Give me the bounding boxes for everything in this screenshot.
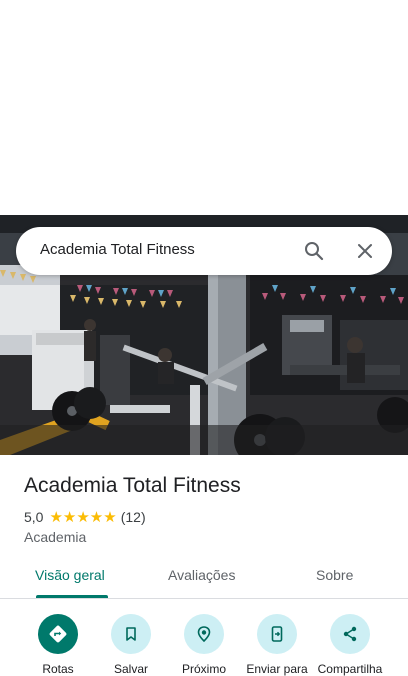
- map-area[interactable]: [0, 0, 408, 215]
- directions-button[interactable]: Rotas: [18, 614, 98, 676]
- bookmark-icon: [111, 614, 151, 654]
- rating-stars: ★★★★★: [49, 509, 117, 526]
- nearby-label: Próximo: [181, 662, 226, 676]
- place-category: Academia: [24, 529, 87, 545]
- tab-bar: Visão geral Avaliações Sobre: [0, 555, 408, 599]
- search-icon[interactable]: [302, 239, 326, 263]
- close-icon[interactable]: [353, 239, 377, 263]
- nearby-icon: [184, 614, 224, 654]
- nearby-button[interactable]: Próximo: [164, 614, 244, 676]
- directions-icon: [38, 614, 78, 654]
- search-bar[interactable]: Academia Total Fitness: [16, 227, 392, 275]
- search-query[interactable]: Academia Total Fitness: [40, 241, 195, 258]
- place-title: Academia Total Fitness: [24, 474, 241, 497]
- review-count[interactable]: (12): [121, 509, 146, 525]
- send-to-phone-label: Enviar para: [246, 662, 308, 676]
- share-label: Compartilha: [317, 662, 383, 676]
- save-button[interactable]: Salvar: [91, 614, 171, 676]
- share-button[interactable]: Compartilha: [310, 614, 390, 676]
- save-label: Salvar: [113, 662, 148, 676]
- send-to-phone-button[interactable]: Enviar para: [237, 614, 317, 676]
- tab-overview[interactable]: Visão geral: [35, 567, 105, 583]
- tab-about[interactable]: Sobre: [316, 567, 353, 583]
- share-icon: [330, 614, 370, 654]
- tab-reviews[interactable]: Avaliações: [168, 567, 235, 583]
- active-tab-indicator: [36, 595, 108, 598]
- rating-value: 5,0: [24, 509, 44, 525]
- send-to-phone-icon: [257, 614, 297, 654]
- directions-label: Rotas: [42, 662, 74, 676]
- rating-row[interactable]: 5,0 ★★★★★ (12): [24, 508, 146, 526]
- action-bar: Rotas Salvar Próximo Enviar para Compart…: [0, 600, 408, 676]
